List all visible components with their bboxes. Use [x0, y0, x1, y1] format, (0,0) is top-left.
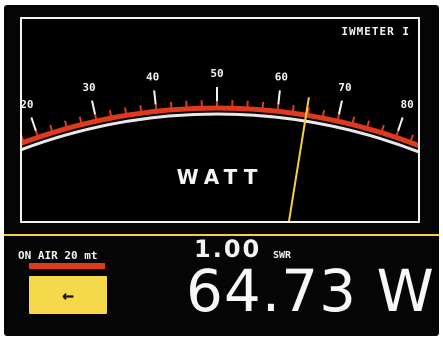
major-tick: [337, 100, 343, 115]
on-air-bar: [29, 263, 105, 269]
minor-tick: [139, 105, 143, 112]
major-tick: [277, 90, 281, 105]
minor-tick: [22, 134, 24, 141]
arrow-left-icon: ←: [61, 283, 75, 307]
major-tick: [91, 100, 97, 115]
minor-tick: [291, 105, 295, 112]
meter-screen: 5102030405060708090100W IWMETER I WATT O…: [4, 5, 439, 336]
tick-label: 80: [400, 98, 413, 111]
major-tick: [30, 117, 37, 131]
tick-label: 20: [22, 98, 34, 111]
minor-tick: [381, 124, 385, 132]
power-readout: 64.73 W: [186, 257, 435, 325]
minor-tick: [410, 134, 414, 141]
on-air-status: ON AIR 20 mt: [18, 249, 98, 262]
minor-tick: [63, 120, 68, 127]
tick-label: 30: [82, 81, 95, 94]
meter-scale: 5102030405060708090100W: [22, 67, 418, 221]
minor-tick: [321, 109, 326, 117]
minor-tick: [78, 116, 83, 123]
back-button[interactable]: ←: [29, 276, 107, 314]
tick-label: 50: [210, 67, 223, 80]
major-tick: [153, 90, 157, 105]
minor-tick: [366, 120, 371, 127]
minor-tick: [124, 107, 128, 114]
analog-meter: 5102030405060708090100W IWMETER I WATT: [20, 17, 420, 223]
minor-tick: [351, 116, 356, 123]
meter-tag: IWMETER I: [341, 25, 410, 38]
tick-label: 70: [338, 81, 351, 94]
tick-label: 60: [275, 70, 288, 83]
minor-tick: [108, 109, 113, 117]
major-tick: [397, 117, 404, 131]
unit-label: WATT: [176, 165, 264, 189]
tick-label: 40: [146, 70, 159, 83]
minor-tick: [49, 124, 53, 132]
